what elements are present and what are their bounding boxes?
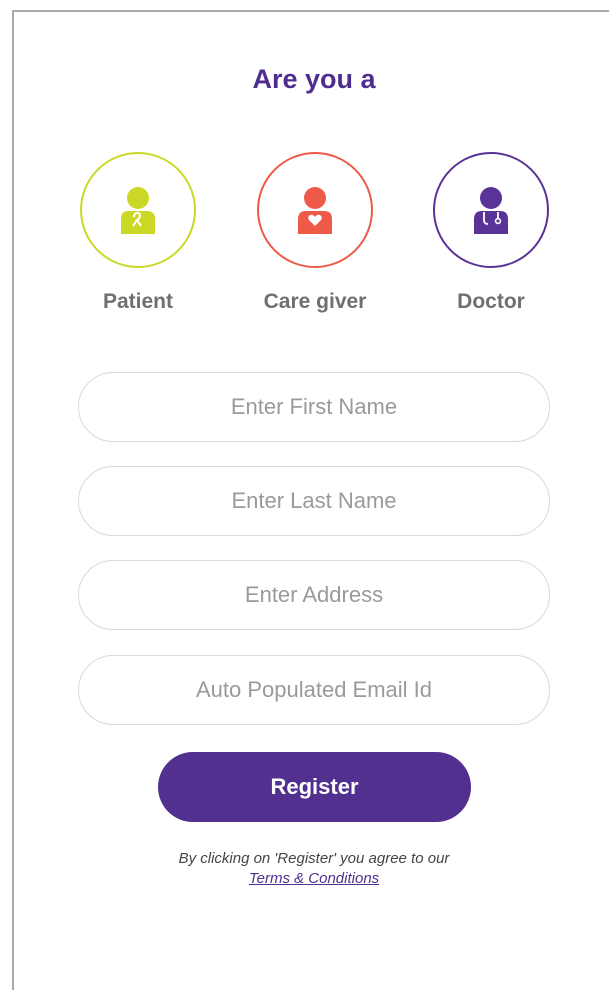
patient-icon <box>121 187 155 234</box>
role-circle <box>433 152 549 268</box>
doctor-icon <box>474 187 508 234</box>
first-name-input[interactable] <box>78 372 550 442</box>
address-input[interactable] <box>78 560 550 630</box>
role-label: Doctor <box>457 290 525 313</box>
role-circle <box>80 152 196 268</box>
terms-link[interactable]: Terms & Conditions <box>249 870 379 887</box>
email-input[interactable] <box>78 655 550 725</box>
last-name-input[interactable] <box>78 466 550 536</box>
role-label: Care giver <box>263 290 367 313</box>
registration-panel: Are you a Patient Care giver Doctor Ente… <box>12 10 609 990</box>
register-button[interactable]: Register <box>158 752 471 822</box>
role-option-caregiver[interactable]: Care giver <box>245 152 385 314</box>
page-title: Are you a <box>252 64 376 94</box>
caregiver-icon <box>298 187 332 234</box>
terms-text: By clicking on 'Register' you agree to o… <box>178 850 450 867</box>
terms-notice: By clicking on 'Register' you agree to o… <box>14 849 609 889</box>
role-option-doctor[interactable]: Doctor <box>421 152 561 314</box>
role-option-patient[interactable]: Patient <box>68 152 208 314</box>
role-circle <box>257 152 373 268</box>
role-label: Patient <box>102 290 173 313</box>
